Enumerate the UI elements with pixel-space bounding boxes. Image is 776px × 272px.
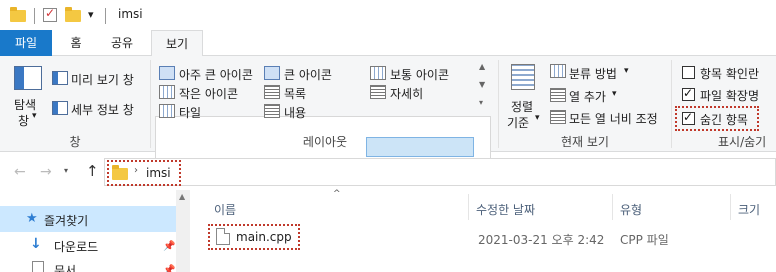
separator: [34, 8, 35, 24]
column-divider[interactable]: [730, 194, 731, 220]
sort-indicator-icon: ^: [333, 189, 341, 199]
list-icon[interactable]: [264, 85, 280, 99]
title-bar: ▾ imsi: [0, 0, 776, 30]
tab-file[interactable]: 파일: [0, 30, 52, 56]
column-divider[interactable]: [468, 194, 469, 220]
group-by-icon[interactable]: [550, 64, 566, 78]
navigation-pane-icon[interactable]: [14, 66, 42, 90]
group-label-current-view: 현재 보기: [561, 135, 609, 149]
hidden-items-checkbox[interactable]: [682, 110, 695, 125]
column-header-date[interactable]: 수정한 날짜: [476, 201, 535, 218]
small-icons-icon[interactable]: [159, 85, 175, 99]
sort-by-icon[interactable]: [511, 64, 535, 90]
details-icon[interactable]: [370, 85, 386, 99]
chevron-down-icon[interactable]: ▾: [32, 111, 37, 121]
file-name[interactable]: main.cpp: [236, 230, 292, 244]
back-arrow-icon[interactable]: ←: [14, 164, 26, 180]
group-label-panes: 창: [69, 135, 81, 149]
layout-small-icons[interactable]: 작은 아이콘: [179, 85, 238, 102]
content-icon[interactable]: [264, 104, 280, 118]
download-arrow-icon: ↓: [30, 236, 42, 252]
group-label-layout: 레이아웃: [302, 135, 348, 149]
layout-medium-icons[interactable]: 보통 아이콘: [390, 66, 449, 83]
star-icon: ★: [26, 211, 38, 226]
document-icon: [32, 261, 44, 272]
add-columns-button[interactable]: 열 추가: [569, 88, 606, 105]
separator: [105, 8, 106, 24]
group-by-button[interactable]: 분류 방법: [569, 65, 617, 82]
details-pane-button[interactable]: 세부 정보 창: [71, 101, 134, 118]
file-icon: [216, 228, 230, 245]
group-separator: [150, 60, 151, 148]
tab-home[interactable]: 홈: [62, 30, 90, 56]
layout-content[interactable]: 내용: [284, 104, 306, 121]
recent-locations-chevron-icon[interactable]: ▾: [64, 166, 68, 175]
add-columns-icon[interactable]: [550, 88, 566, 102]
sort-by-label[interactable]: 기준: [507, 114, 529, 131]
chevron-down-icon[interactable]: ▾: [624, 66, 629, 76]
navigation-pane-label[interactable]: 창: [18, 112, 29, 129]
column-header-type[interactable]: 유형: [620, 201, 642, 218]
column-divider[interactable]: [612, 194, 613, 220]
properties-icon[interactable]: [43, 6, 57, 22]
chevron-down-icon[interactable]: ▾: [535, 113, 540, 123]
preview-pane-icon[interactable]: [52, 71, 68, 85]
ribbon: 탐색 창 ▾ 미리 보기 창 세부 정보 창 창 아주 큰 아이콘 큰 아이콘 …: [0, 56, 776, 176]
gallery-expand-icon[interactable]: ▾: [479, 98, 483, 107]
nav-item-quick-access[interactable]: 즐겨찾기: [44, 212, 88, 229]
file-modified: 2021-03-21 오후 2:42: [478, 233, 605, 247]
item-check-boxes-checkbox[interactable]: [682, 66, 695, 79]
up-arrow-icon[interactable]: ↑: [86, 162, 99, 180]
address-bar[interactable]: [104, 158, 776, 186]
column-header-size[interactable]: 크기: [738, 201, 760, 218]
chevron-down-icon[interactable]: ▾: [612, 89, 617, 99]
scroll-up-icon[interactable]: ▲: [179, 192, 185, 201]
window-title: imsi: [118, 7, 143, 21]
size-all-columns-button[interactable]: 모든 열 너비 조정: [569, 110, 658, 127]
hidden-items-label[interactable]: 숨긴 항목: [700, 111, 748, 128]
layout-extra-large-icons[interactable]: 아주 큰 아이콘: [179, 66, 253, 83]
nav-item-documents[interactable]: 문서: [54, 262, 76, 272]
new-folder-icon[interactable]: [65, 7, 81, 22]
pin-icon[interactable]: 📌: [163, 265, 175, 272]
medium-icons-icon[interactable]: [370, 66, 386, 80]
size-all-columns-icon[interactable]: [550, 110, 566, 124]
gallery-scroll-down-icon[interactable]: ▼: [479, 80, 485, 89]
tiles-icon[interactable]: [159, 104, 175, 118]
group-separator: [498, 60, 499, 148]
preview-pane-button[interactable]: 미리 보기 창: [71, 71, 134, 88]
tab-view[interactable]: 보기: [151, 30, 203, 57]
breadcrumb-chevron-icon[interactable]: ›: [134, 165, 138, 176]
forward-arrow-icon[interactable]: →: [40, 164, 52, 180]
details-pane-icon[interactable]: [52, 101, 68, 115]
gallery-scroll-up-icon[interactable]: ▲: [479, 62, 485, 71]
tab-share[interactable]: 공유: [104, 30, 140, 56]
customize-toolbar-dropdown-icon[interactable]: ▾: [88, 8, 94, 21]
extra-large-icons-icon[interactable]: [159, 66, 175, 80]
item-check-boxes-label[interactable]: 항목 확인란: [700, 65, 759, 82]
nav-item-downloads[interactable]: 다운로드: [54, 238, 98, 255]
folder-icon: [112, 165, 128, 180]
folder-icon: [10, 7, 26, 22]
layout-tiles[interactable]: 타일: [179, 104, 201, 121]
ribbon-tabs: 파일 홈 공유 보기: [0, 30, 776, 57]
group-separator: [671, 60, 672, 148]
pin-icon[interactable]: 📌: [163, 241, 175, 252]
breadcrumb-item[interactable]: imsi: [146, 166, 171, 180]
nav-scrollbar[interactable]: [176, 190, 190, 272]
file-type: CPP 파일: [620, 233, 669, 247]
large-icons-icon[interactable]: [264, 66, 280, 80]
column-header-name[interactable]: 이름: [214, 201, 236, 218]
group-label-show-hide: 표시/숨기: [718, 135, 767, 149]
file-name-extensions-checkbox[interactable]: [682, 86, 695, 101]
file-name-extensions-label[interactable]: 파일 확장명: [700, 87, 759, 104]
layout-large-icons[interactable]: 큰 아이콘: [284, 66, 332, 83]
layout-details[interactable]: 자세히: [390, 85, 423, 102]
sort-by-label[interactable]: 정렬: [511, 98, 533, 115]
layout-list[interactable]: 목록: [284, 85, 306, 102]
